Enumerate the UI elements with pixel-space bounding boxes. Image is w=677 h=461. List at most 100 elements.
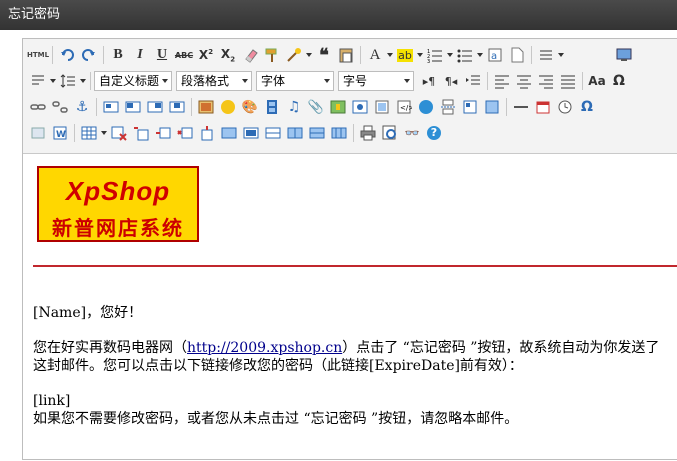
chevron-down-icon[interactable]	[100, 122, 108, 144]
blockquote-icon[interactable]: ❝	[313, 44, 335, 66]
logo-text: XpShop	[65, 176, 171, 206]
chevron-down-icon[interactable]	[557, 44, 565, 66]
image-left-icon[interactable]	[122, 96, 144, 118]
attachment-icon[interactable]: 📎	[305, 96, 327, 118]
gmap-icon[interactable]	[349, 96, 371, 118]
background-icon[interactable]	[481, 96, 503, 118]
email-paragraph: 您在好实再数码电器网（http://2009.xpshop.cn）点击了 “忘记…	[33, 339, 673, 375]
bold-icon[interactable]: B	[107, 44, 129, 66]
insert-table-icon[interactable]	[78, 122, 100, 144]
site-link[interactable]: http://2009.xpshop.cn	[187, 340, 342, 356]
superscript-icon[interactable]: X2	[195, 44, 217, 66]
chevron-down-icon[interactable]	[476, 44, 484, 66]
time-icon[interactable]	[554, 96, 576, 118]
font-size-select[interactable]: 字号	[338, 71, 414, 91]
rtl-icon[interactable]: ¶◂	[440, 70, 462, 92]
svg-text:3: 3	[427, 59, 430, 63]
split-cells-icon[interactable]	[284, 122, 306, 144]
insert-image-icon[interactable]	[195, 96, 217, 118]
insert-col-icon[interactable]	[196, 122, 218, 144]
delete-table-icon[interactable]	[108, 122, 130, 144]
preview-icon[interactable]	[379, 122, 401, 144]
link-placeholder: [link]	[33, 393, 71, 409]
image-right-icon[interactable]	[144, 96, 166, 118]
scrawl-icon[interactable]: 🎨	[239, 96, 261, 118]
music-icon[interactable]: ♫	[283, 96, 305, 118]
eraser-icon[interactable]	[239, 44, 261, 66]
indent-icon[interactable]	[462, 70, 484, 92]
link-icon[interactable]	[27, 96, 49, 118]
unlink-icon[interactable]	[49, 96, 71, 118]
strikethrough-icon[interactable]: ABC	[173, 44, 195, 66]
paragraph-format-select[interactable]: 段落格式	[176, 71, 252, 91]
search-replace-icon[interactable]: 👓	[401, 122, 423, 144]
subscript-icon[interactable]: X2	[217, 44, 239, 66]
special-char-icon[interactable]: Ω	[608, 70, 630, 92]
chevron-down-icon[interactable]	[446, 44, 454, 66]
map-icon[interactable]	[327, 96, 349, 118]
image-none-icon[interactable]	[100, 96, 122, 118]
merge-right-icon[interactable]	[240, 122, 262, 144]
print-icon[interactable]	[357, 122, 379, 144]
italic-icon[interactable]: I	[129, 44, 151, 66]
ltr-icon[interactable]: ▸¶	[418, 70, 440, 92]
format-painter-icon[interactable]	[261, 44, 283, 66]
clear-doc-icon[interactable]	[506, 44, 528, 66]
line-height-icon[interactable]	[57, 70, 79, 92]
fullscreen-icon[interactable]	[613, 44, 635, 66]
row-spacing-icon[interactable]	[535, 44, 557, 66]
date-icon[interactable]	[532, 96, 554, 118]
insert-row-icon[interactable]	[152, 122, 174, 144]
unordered-list-icon[interactable]	[454, 44, 476, 66]
chevron-down-icon[interactable]	[305, 44, 313, 66]
html-source-icon[interactable]: HTML	[27, 44, 49, 66]
chevron-down-icon[interactable]	[49, 70, 57, 92]
custom-title-select[interactable]: 自定义标题	[94, 71, 172, 91]
auto-format-icon[interactable]	[283, 44, 305, 66]
split-cols-icon[interactable]	[328, 122, 350, 144]
align-right-icon[interactable]	[535, 70, 557, 92]
insert-video-icon[interactable]	[261, 96, 283, 118]
align-center-icon[interactable]	[513, 70, 535, 92]
paragraph-text: 您在好实再数码电器网（	[33, 340, 187, 356]
anchor-icon[interactable]: ⚓	[71, 96, 93, 118]
split-rows-icon[interactable]	[306, 122, 328, 144]
chevron-down-icon[interactable]	[386, 44, 394, 66]
horizontal-rule-icon[interactable]	[510, 96, 532, 118]
omega-icon[interactable]: Ω	[576, 96, 598, 118]
select-all-icon[interactable]: a	[484, 44, 506, 66]
merge-cells-icon[interactable]	[218, 122, 240, 144]
align-justify-icon[interactable]	[557, 70, 579, 92]
insert-paragraph-before-table-icon[interactable]	[130, 122, 152, 144]
merge-down-icon[interactable]	[262, 122, 284, 144]
insert-code-icon[interactable]: </>	[393, 96, 415, 118]
image-center-icon[interactable]	[166, 96, 188, 118]
word-import-icon[interactable]: W	[49, 122, 71, 144]
font-family-select[interactable]: 字体	[256, 71, 334, 91]
wordimage-icon[interactable]	[27, 122, 49, 144]
undo-icon[interactable]	[56, 44, 78, 66]
background-color-icon[interactable]: ab	[394, 44, 416, 66]
direction-icon[interactable]	[27, 70, 49, 92]
align-left-icon[interactable]	[491, 70, 513, 92]
window-titlebar: 忘记密码	[0, 0, 677, 30]
case-change-icon[interactable]: Aa	[586, 70, 608, 92]
insert-frame-icon[interactable]	[371, 96, 393, 118]
delete-row-icon[interactable]	[174, 122, 196, 144]
chevron-down-icon[interactable]	[416, 44, 424, 66]
template-icon[interactable]	[459, 96, 481, 118]
font-family-value: 字体	[261, 74, 286, 88]
chevron-down-icon[interactable]	[79, 70, 87, 92]
webapp-icon[interactable]	[415, 96, 437, 118]
redo-icon[interactable]	[78, 44, 100, 66]
toolbar-divider	[52, 46, 53, 64]
emotion-icon[interactable]	[217, 96, 239, 118]
help-icon[interactable]: ?	[423, 122, 445, 144]
paste-plain-icon[interactable]	[335, 44, 357, 66]
chevron-down-icon	[162, 79, 168, 83]
font-color-icon[interactable]: A	[364, 44, 386, 66]
underline-icon[interactable]: U	[151, 44, 173, 66]
ordered-list-icon[interactable]: 123	[424, 44, 446, 66]
editor-content[interactable]: XpShop 新普网店系统 [Name]，您好！ 您在好实再数码电器网（http…	[23, 154, 677, 461]
page-break-icon[interactable]	[437, 96, 459, 118]
